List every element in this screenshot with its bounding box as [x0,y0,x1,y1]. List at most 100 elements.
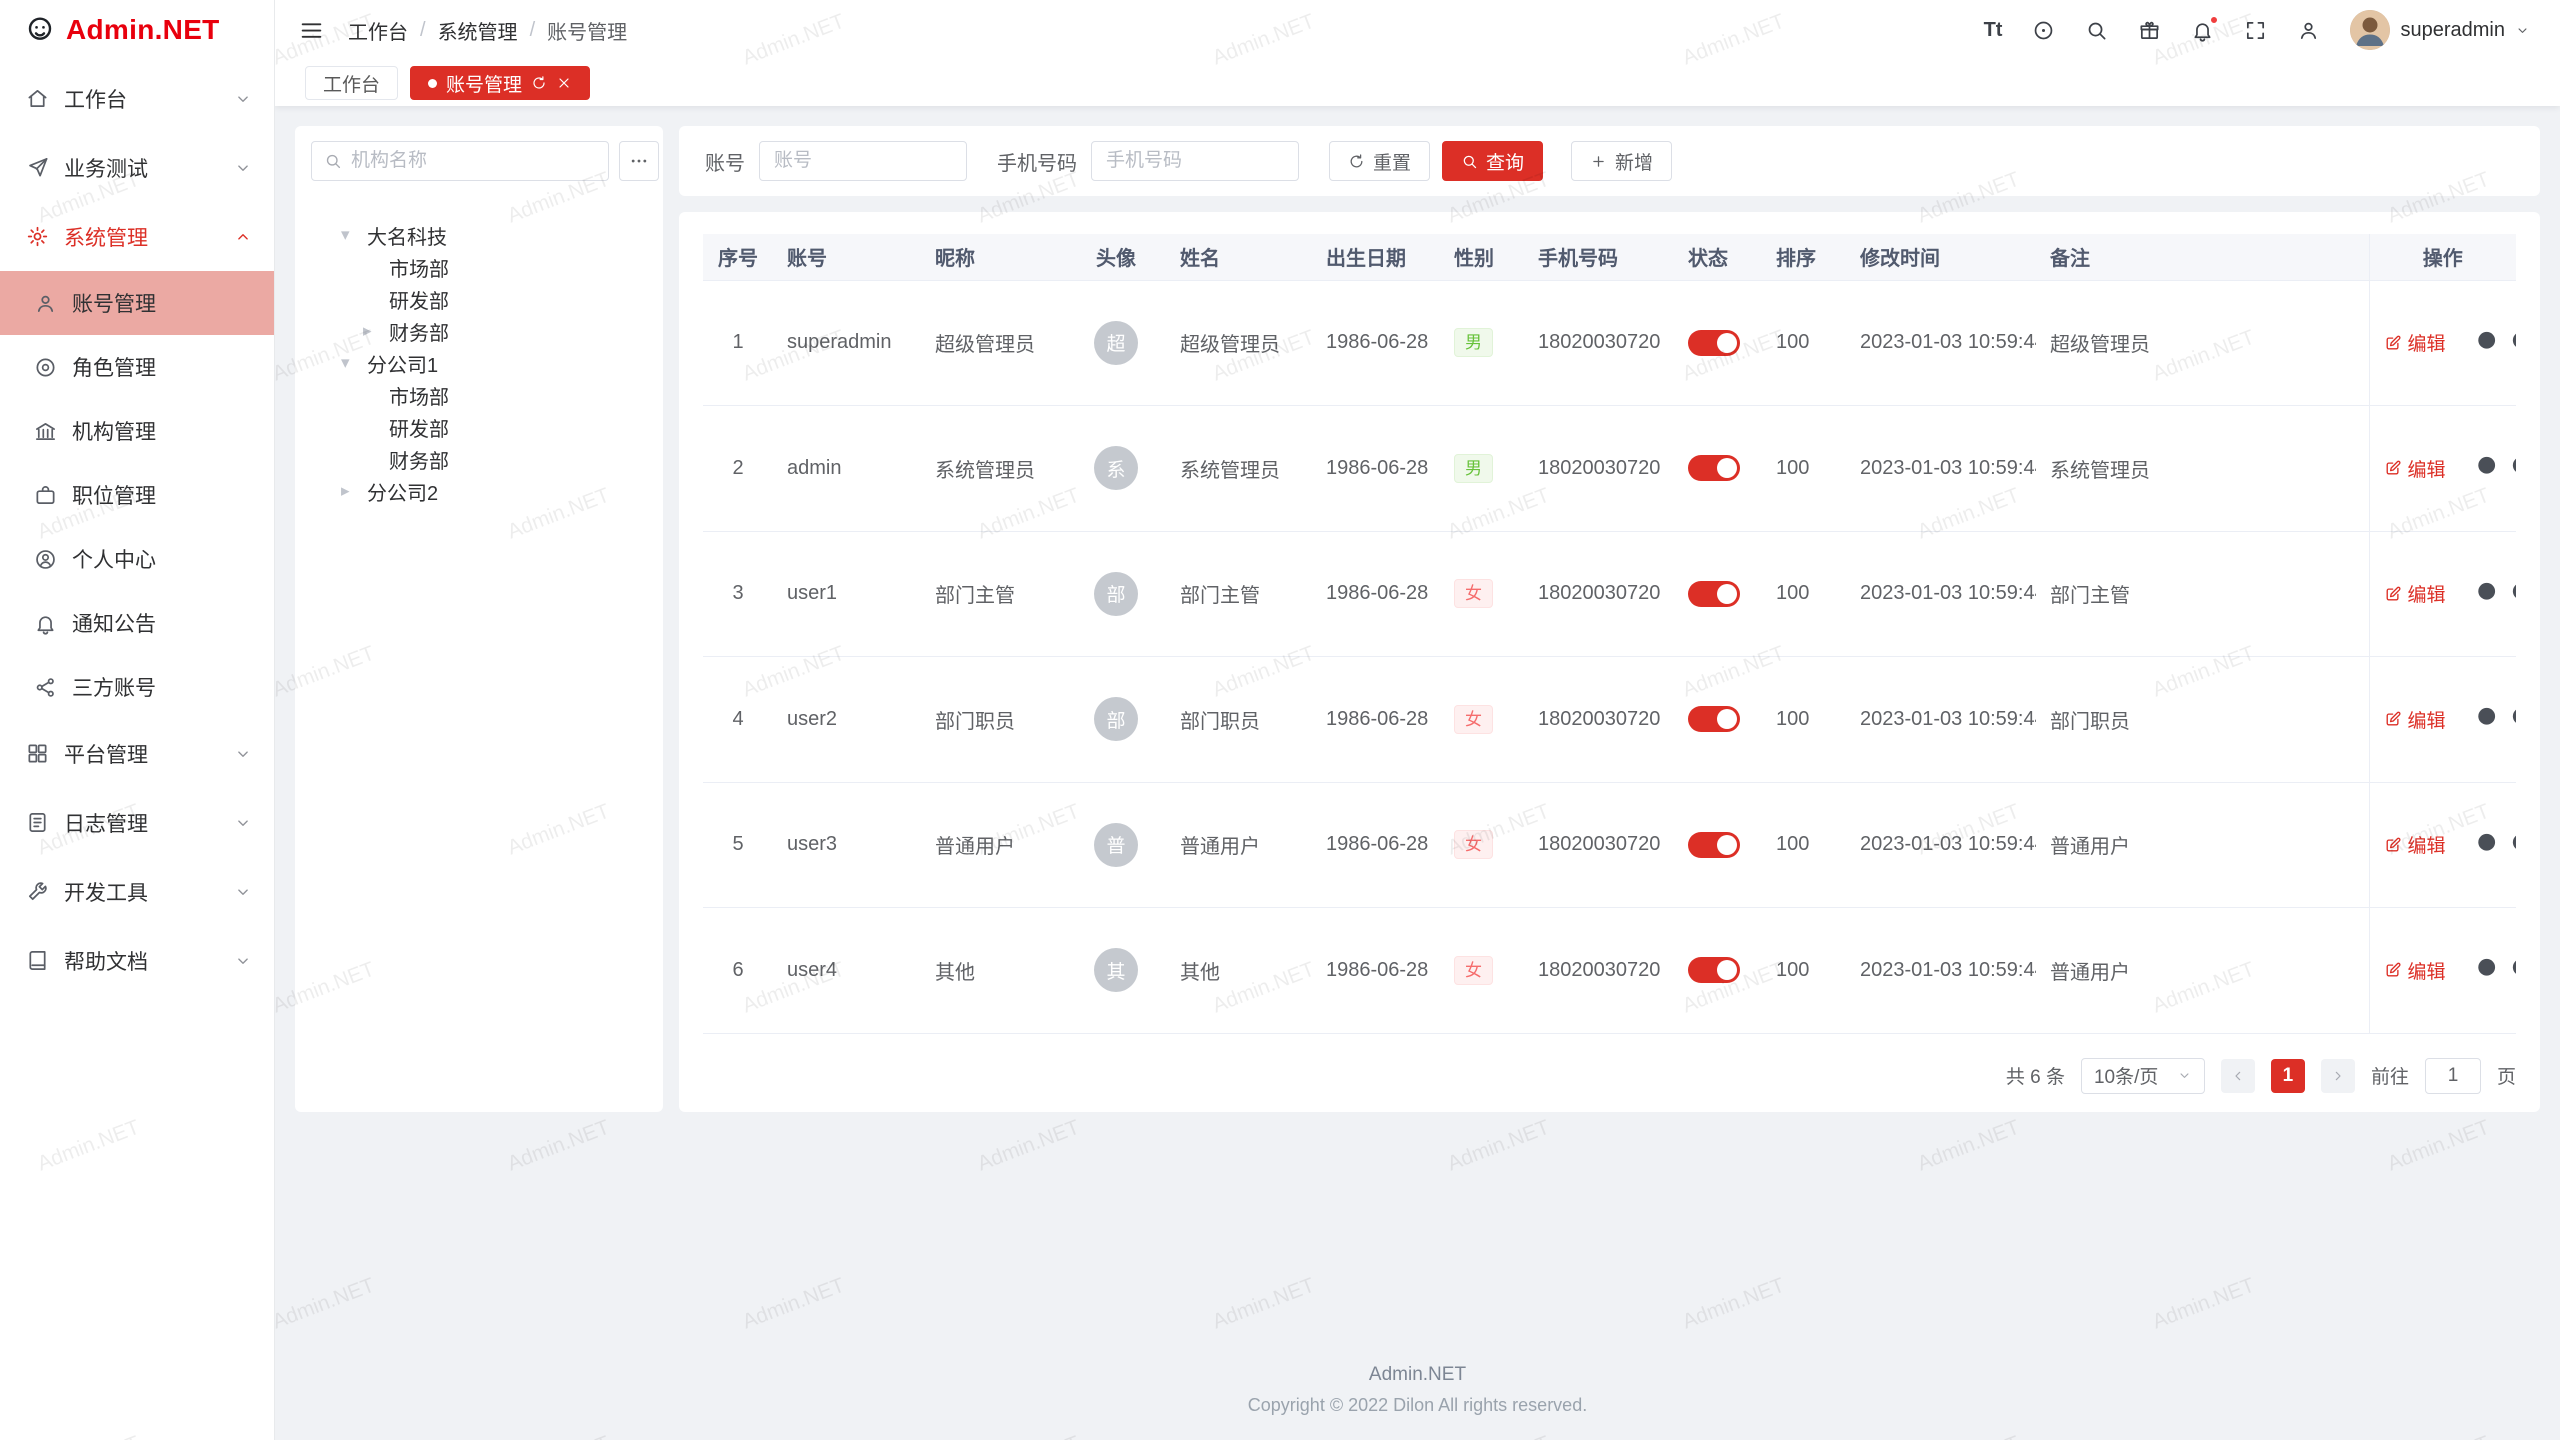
tree-node[interactable]: ▸分公司2 [311,475,647,507]
account-filter-input[interactable] [759,141,967,181]
column-header[interactable]: 出生日期 [1312,234,1440,280]
tree-node[interactable]: ▾大名科技 [311,219,647,251]
sidebar-item-log-management[interactable]: 日志管理 [0,788,274,857]
cell-account: user1 [773,531,921,657]
tree-caret-icon[interactable]: ▸ [341,481,367,501]
user-menu[interactable]: superadmin [2350,10,2530,50]
tree-node[interactable]: 市场部 [311,379,647,411]
main-area: 工作台 / 系统管理 / 账号管理 Tt superadmin [275,0,2560,1440]
sidebar-subitem-position[interactable]: 职位管理 [0,463,274,527]
tree-node[interactable]: 财务部 [311,443,647,475]
cell-gender: 男 [1440,280,1524,406]
column-header[interactable]: 昵称 [921,234,1066,280]
column-header[interactable]: 修改时间 [1846,234,2036,280]
fullscreen-icon[interactable] [2244,19,2267,42]
profile-icon[interactable] [2297,19,2320,42]
sidebar-subitem-account[interactable]: 账号管理 [0,271,274,335]
column-header[interactable]: 排序 [1762,234,1846,280]
avatar: 部 [1094,572,1138,616]
column-header[interactable]: 序号 [703,234,773,280]
column-header[interactable]: 备注 [2036,234,2369,280]
next-page-button[interactable] [2321,1059,2355,1093]
status-toggle[interactable] [1688,957,1740,983]
edit-button[interactable]: 编辑 [2384,329,2446,356]
org-search-input[interactable] [351,150,596,172]
language-icon[interactable] [2032,19,2055,42]
tree-node[interactable]: 市场部 [311,251,647,283]
cell-actions: 编辑 [2369,280,2516,406]
sidebar-item-business-test[interactable]: 业务测试 [0,133,274,202]
tab-account-management[interactable]: 账号管理 [410,66,590,100]
notification-bell-icon[interactable] [2191,19,2214,42]
status-toggle[interactable] [1688,706,1740,732]
breadcrumb-item[interactable]: 系统管理 [438,16,518,45]
status-toggle[interactable] [1688,832,1740,858]
logo[interactable]: Admin.NET [0,0,274,60]
status-toggle[interactable] [1688,330,1740,356]
tree-caret-icon[interactable]: ▸ [363,321,389,341]
edit-button[interactable]: 编辑 [2384,831,2446,858]
goto-page-input[interactable] [2425,1058,2481,1094]
row-more-button[interactable] [2462,508,2516,530]
chevron-down-icon [2515,23,2530,38]
tree-node[interactable]: 研发部 [311,283,647,315]
sidebar-item-platform-management[interactable]: 平台管理 [0,719,274,788]
sidebar-subitem-organization[interactable]: 机构管理 [0,399,274,463]
query-button[interactable]: 查询 [1442,141,1543,181]
row-more-button[interactable] [2462,884,2516,906]
sidebar-item-workbench[interactable]: 工作台 [0,64,274,133]
tree-node[interactable]: ▸财务部 [311,315,647,347]
column-header[interactable]: 手机号码 [1524,234,1674,280]
tree-caret-icon[interactable]: ▾ [341,353,367,373]
breadcrumb-item[interactable]: 工作台 [348,16,408,45]
page-size-select[interactable]: 10条/页 [2081,1058,2205,1094]
notification-badge [2209,15,2219,25]
edit-button[interactable]: 编辑 [2384,957,2446,984]
tree-node[interactable]: 研发部 [311,411,647,443]
edit-button[interactable]: 编辑 [2384,455,2446,482]
add-button-label: 新增 [1615,148,1653,175]
column-header[interactable]: 性别 [1440,234,1524,280]
cell-actions: 编辑 [2369,908,2516,1034]
row-more-button[interactable] [2462,1010,2516,1032]
sidebar-item-system-management[interactable]: 系统管理 [0,202,274,271]
column-header[interactable]: 账号 [773,234,921,280]
reset-button[interactable]: 重置 [1329,141,1430,181]
row-more-button[interactable] [2462,759,2516,781]
tab-workbench[interactable]: 工作台 [305,66,398,100]
edit-button[interactable]: 编辑 [2384,706,2446,733]
column-header[interactable]: 姓名 [1166,234,1312,280]
edit-button[interactable]: 编辑 [2384,580,2446,607]
add-button[interactable]: 新增 [1571,141,1672,181]
prev-page-button[interactable] [2221,1059,2255,1093]
sidebar-item-help-docs[interactable]: 帮助文档 [0,926,274,995]
sidebar-item-dev-tools[interactable]: 开发工具 [0,857,274,926]
status-toggle[interactable] [1688,581,1740,607]
tree-node[interactable]: ▾分公司1 [311,347,647,379]
row-more-button[interactable] [2462,633,2516,655]
column-header[interactable]: 头像 [1066,234,1166,280]
chevron-down-icon [234,814,252,832]
status-toggle[interactable] [1688,455,1740,481]
search-icon[interactable] [2085,19,2108,42]
close-icon[interactable] [556,75,572,91]
hamburger-menu-icon[interactable] [299,18,324,43]
sidebar-subitem-profile-center[interactable]: 个人中心 [0,527,274,591]
tree-caret-icon[interactable]: ▾ [341,225,367,245]
cell-actions: 编辑 [2369,657,2516,783]
column-header[interactable]: 状态 [1674,234,1762,280]
phone-filter-input[interactable] [1091,141,1299,181]
refresh-icon[interactable] [531,75,547,91]
theme-icon[interactable] [2138,19,2161,42]
font-size-icon[interactable]: Tt [1984,20,2003,40]
cell-status [1674,908,1762,1034]
column-header[interactable]: 操作 [2369,234,2516,280]
org-more-button[interactable] [619,141,659,181]
sidebar-subitem-notice[interactable]: 通知公告 [0,591,274,655]
cell-index: 6 [703,908,773,1034]
sidebar-subitem-role[interactable]: 角色管理 [0,335,274,399]
sidebar: Admin.NET 工作台 业务测试 系统管理 账号管理 [0,0,275,1440]
row-more-button[interactable] [2462,382,2516,404]
current-page-button[interactable]: 1 [2271,1059,2305,1093]
sidebar-subitem-third-party-account[interactable]: 三方账号 [0,655,274,719]
